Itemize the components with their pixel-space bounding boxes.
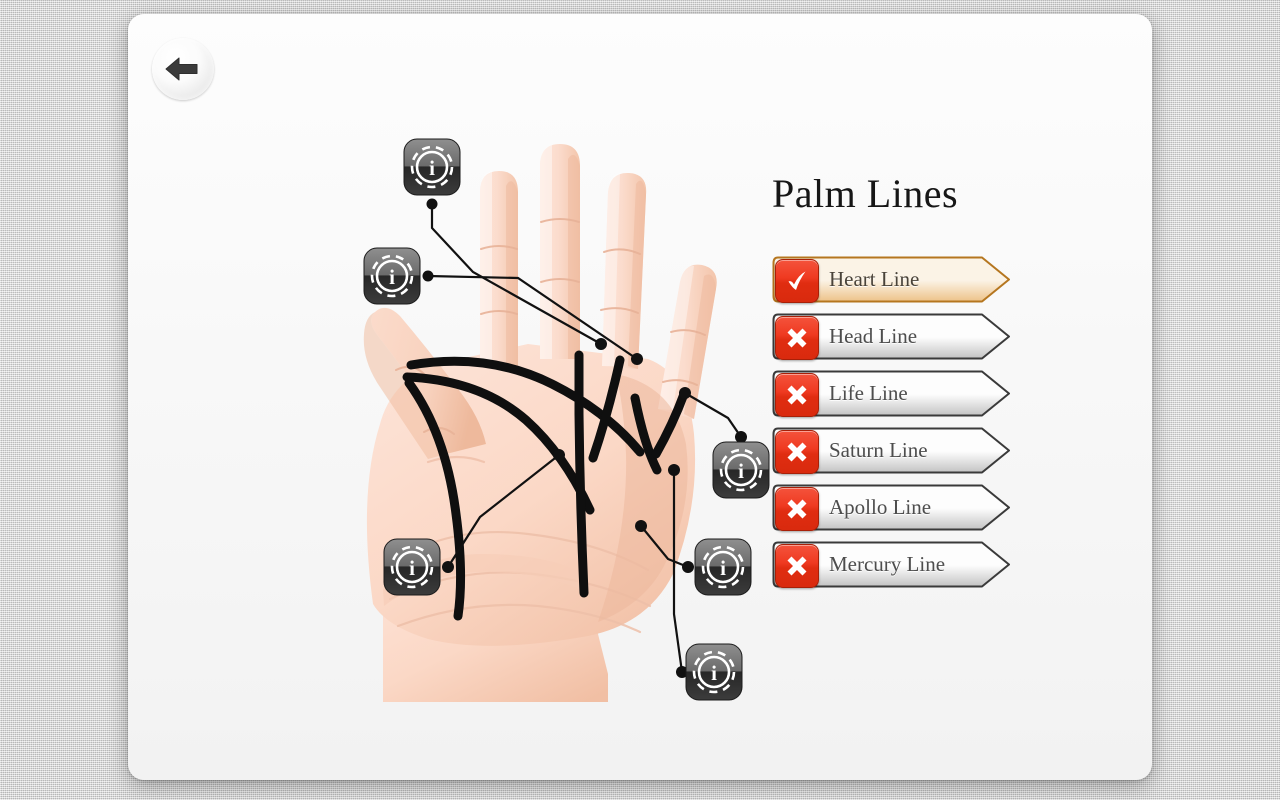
info-hotspot-2[interactable]: i <box>363 247 421 305</box>
content-card: i i i i i i Palm Lines Heart Line Head L… <box>128 14 1152 780</box>
cross-icon[interactable] <box>775 316 819 360</box>
cross-icon[interactable] <box>775 373 819 417</box>
palm-line-item[interactable]: Apollo Line <box>772 484 1012 531</box>
cross-icon[interactable] <box>775 487 819 531</box>
info-hotspot-5[interactable]: i <box>694 538 752 596</box>
svg-text:i: i <box>720 556 726 580</box>
page-title: Palm Lines <box>772 171 959 216</box>
app-root: i i i i i i Palm Lines Heart Line Head L… <box>0 0 1280 800</box>
hand-shape <box>363 144 717 702</box>
svg-text:i: i <box>429 156 435 180</box>
info-hotspot-4[interactable]: i <box>383 538 441 596</box>
palm-lines-list: Heart Line Head Line Life Line Saturn Line A… <box>772 256 1112 588</box>
palm-line-item[interactable]: Life Line <box>772 370 1012 417</box>
info-hotspot-3[interactable]: i <box>712 441 770 499</box>
svg-text:i: i <box>711 661 717 685</box>
palm-line-item[interactable]: Saturn Line <box>772 427 1012 474</box>
palm-line-item[interactable]: Heart Line <box>772 256 1012 303</box>
svg-text:i: i <box>738 459 744 483</box>
svg-text:i: i <box>389 265 395 289</box>
palm-line-item[interactable]: Head Line <box>772 313 1012 360</box>
info-hotspot-6[interactable]: i <box>685 643 743 701</box>
palm-lines-panel: Palm Lines Heart Line Head Line Life Line S… <box>772 174 1112 598</box>
cross-icon[interactable] <box>775 544 819 588</box>
palm-line-item[interactable]: Mercury Line <box>772 541 1012 588</box>
cross-icon[interactable] <box>775 430 819 474</box>
check-icon[interactable] <box>775 259 819 303</box>
palm-hand-diagram: i i i i i i <box>128 14 828 780</box>
info-hotspot-1[interactable]: i <box>403 138 461 196</box>
svg-text:i: i <box>409 556 415 580</box>
